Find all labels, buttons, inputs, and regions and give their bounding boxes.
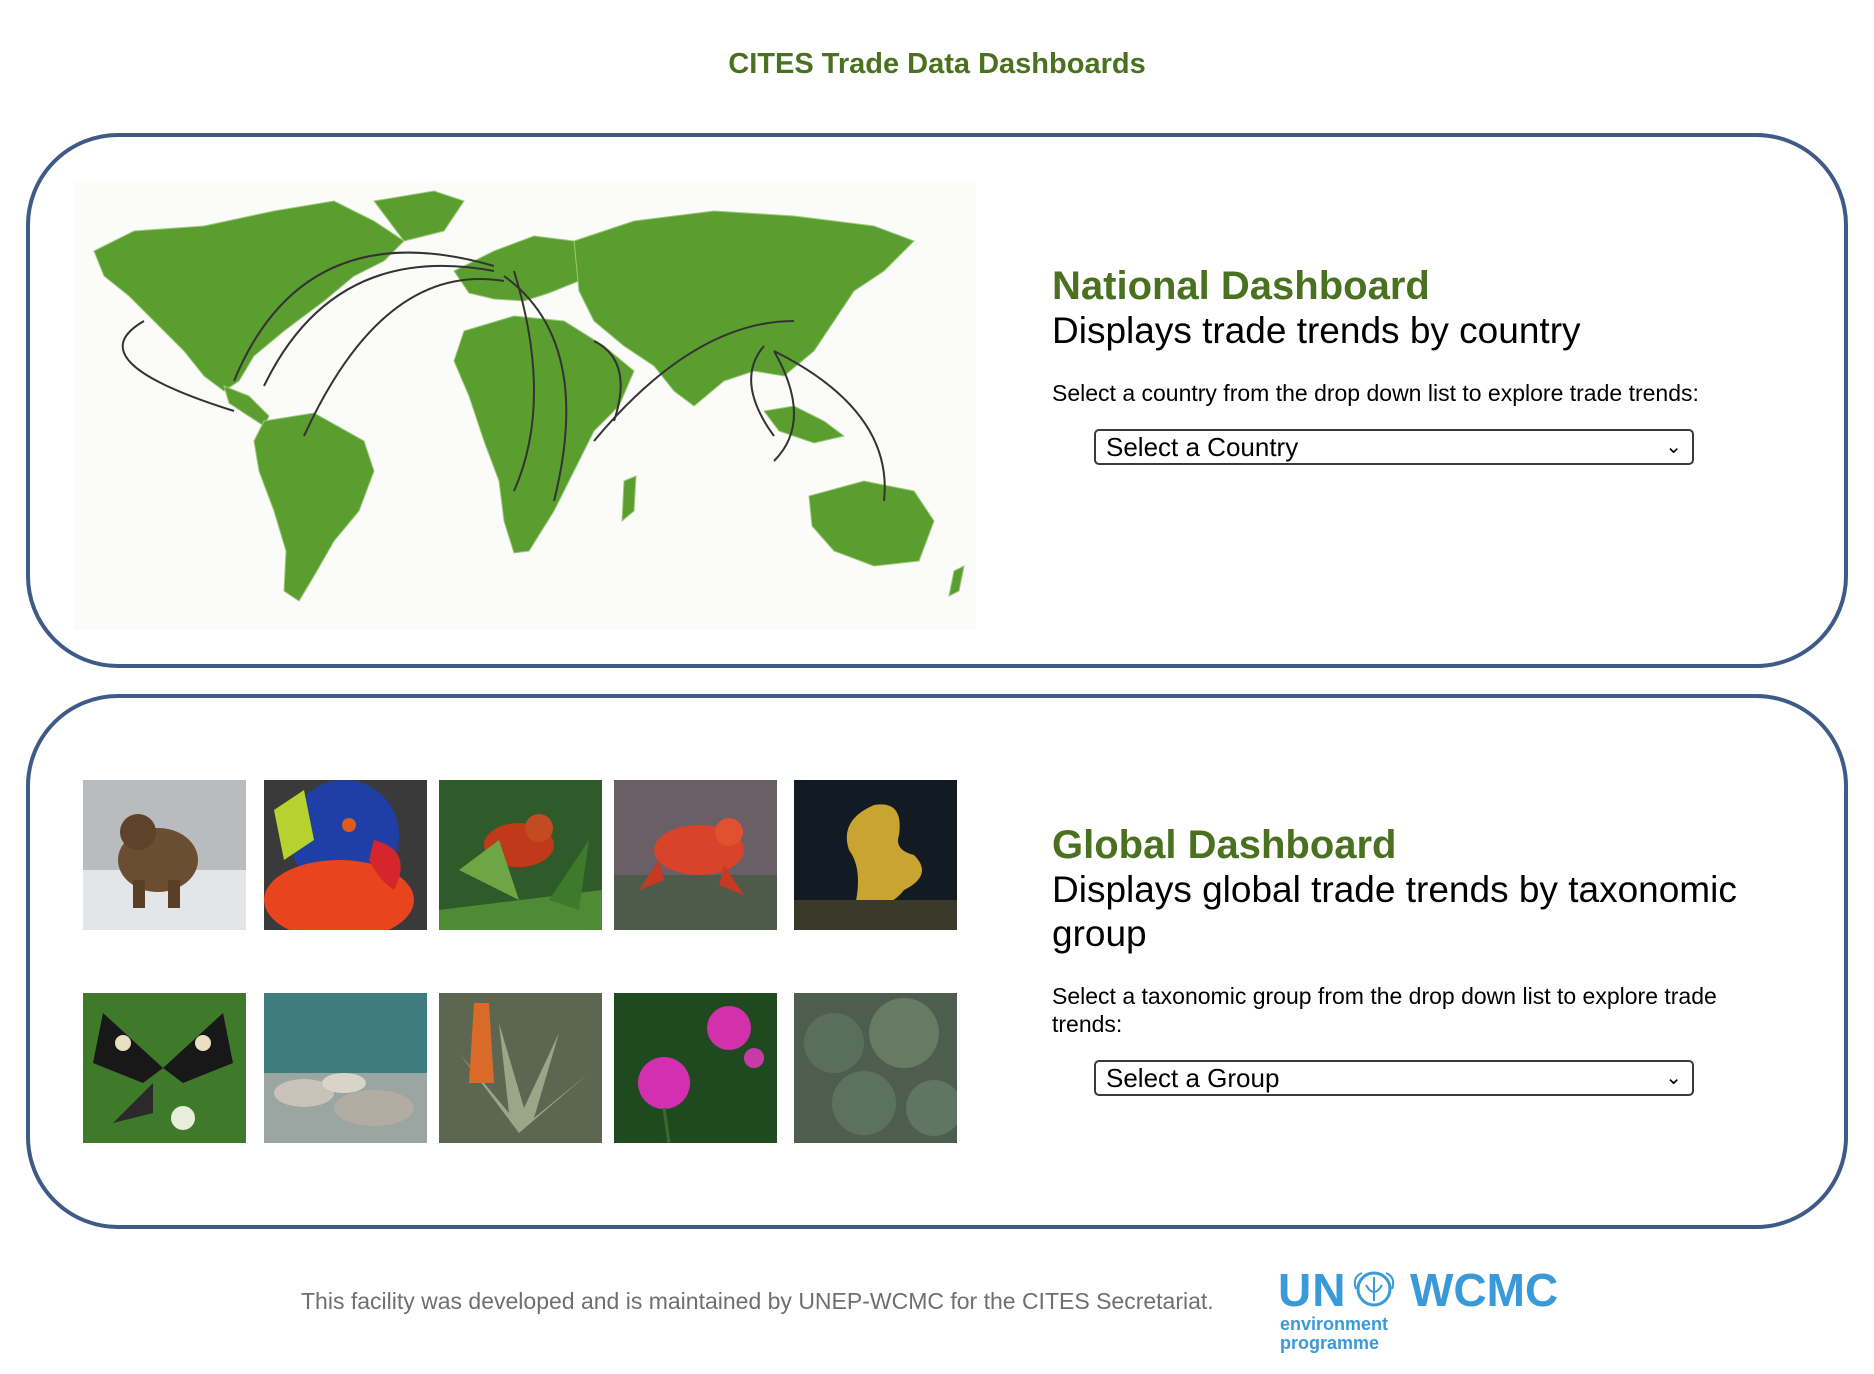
unep-emblem-icon — [1350, 1269, 1398, 1314]
seahorse-photo — [794, 780, 957, 930]
footer-text: This facility was developed and is maint… — [301, 1288, 1214, 1314]
world-trade-map — [74, 181, 976, 630]
country-select[interactable]: Select a Country ⌄ — [1094, 429, 1694, 465]
unep-wcmc-logo[interactable]: UN WCMC environment programme — [1278, 1263, 1578, 1353]
orchid-photo — [614, 993, 777, 1143]
global-info: Global Dashboard Displays global trade t… — [1052, 822, 1772, 1096]
national-subtitle: Displays trade trends by country — [1052, 310, 1581, 351]
national-info: National Dashboard Displays trade trends… — [1052, 263, 1772, 465]
butterfly-photo — [83, 993, 246, 1143]
national-heading: National Dashboard — [1052, 264, 1430, 308]
logo-environment-programme: environment programme — [1280, 1315, 1388, 1353]
global-dashboard-card: Global Dashboard Displays global trade t… — [26, 694, 1848, 1229]
chameleon-photo — [439, 780, 602, 930]
logo-un-text: UN — [1278, 1264, 1347, 1316]
lorikeet-photo — [264, 780, 427, 930]
group-select[interactable]: Select a Group ⌄ — [1094, 1060, 1694, 1096]
taxonomic-photo-grid — [83, 780, 973, 1152]
aloe-plant-photo — [439, 993, 602, 1143]
page-title: CITES Trade Data Dashboards — [728, 48, 1146, 80]
global-instruction: Select a taxonomic group from the drop d… — [1052, 983, 1717, 1037]
cactus-photo — [794, 993, 957, 1143]
frog-photo — [614, 780, 777, 930]
logo-wcmc-text: WCMC — [1410, 1264, 1559, 1316]
national-dashboard-card: National Dashboard Displays trade trends… — [26, 133, 1848, 668]
chevron-down-icon: ⌄ — [1665, 436, 1682, 458]
coral-reef-photo — [264, 993, 427, 1143]
group-select-value: Select a Group — [1106, 1062, 1280, 1093]
logo-env-line2: programme — [1280, 1333, 1380, 1353]
global-subtitle: Displays global trade trends by taxonomi… — [1052, 869, 1737, 954]
chevron-down-icon: ⌄ — [1665, 1067, 1682, 1089]
national-instruction: Select a country from the drop down list… — [1052, 380, 1699, 406]
bear-photo — [83, 780, 246, 930]
global-heading: Global Dashboard — [1052, 823, 1397, 867]
country-select-value: Select a Country — [1106, 431, 1299, 462]
logo-env-line1: environment — [1280, 1314, 1389, 1334]
